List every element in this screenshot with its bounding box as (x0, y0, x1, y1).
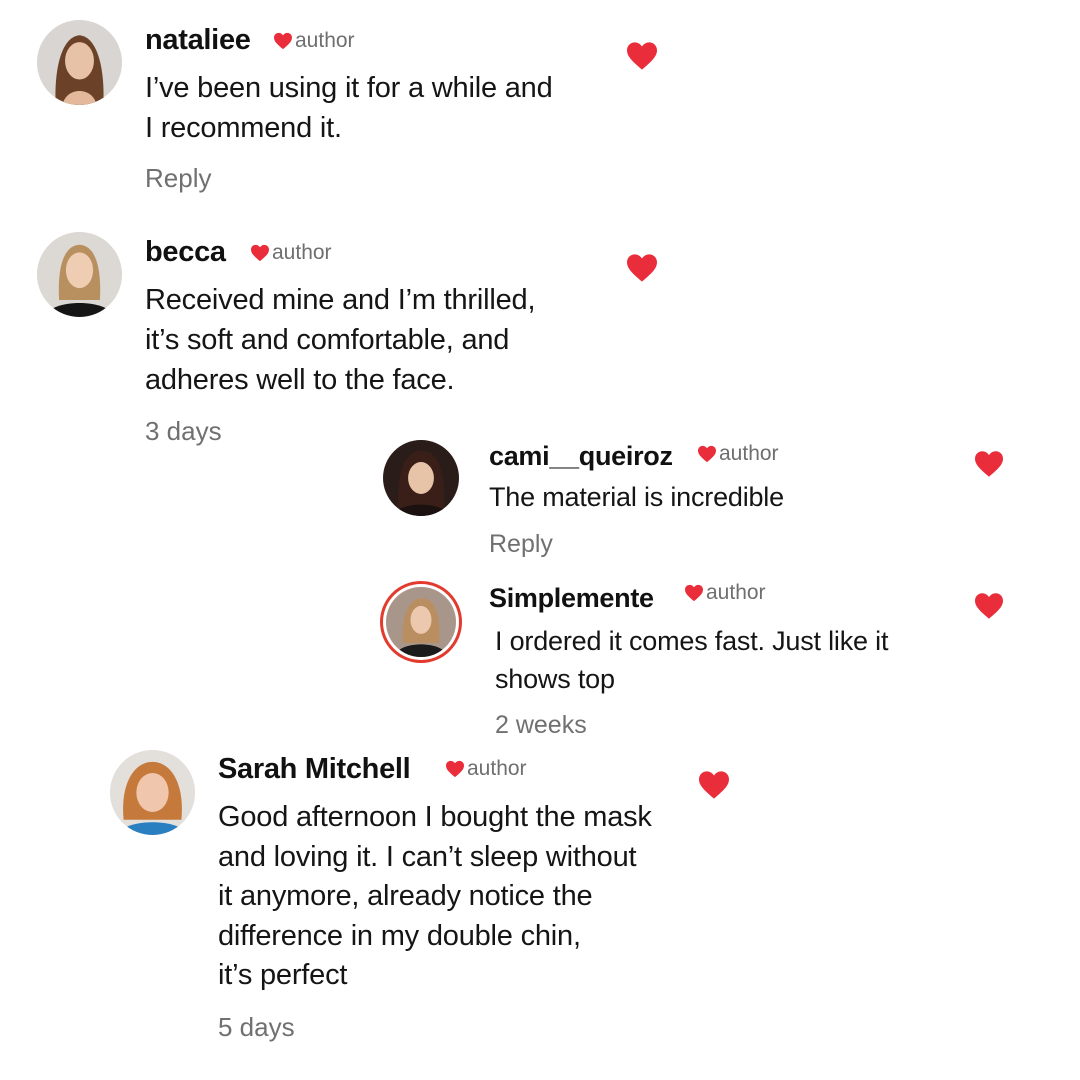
heart-icon[interactable] (625, 41, 659, 71)
reply-button[interactable]: Reply (145, 163, 211, 194)
heart-icon[interactable] (697, 770, 731, 800)
comment-text: Received mine and I’m thrilled, it’s sof… (145, 284, 536, 396)
heart-icon[interactable] (973, 450, 1005, 478)
timestamp: 2 weeks (495, 711, 587, 739)
author-label: author (706, 581, 766, 604)
comment-text: Good afternoon I bought the mask and lov… (218, 801, 652, 991)
avatar[interactable] (37, 20, 122, 105)
username[interactable]: cami__queiroz (489, 441, 673, 472)
author-label: author (295, 29, 355, 52)
comment-text: I’ve been using it for a while and I rec… (145, 72, 553, 144)
heart-icon (684, 584, 704, 602)
reply-button[interactable]: Reply (489, 530, 553, 559)
heart-icon (445, 760, 465, 778)
comment-text: The material is incredible (489, 482, 784, 512)
avatar[interactable] (37, 232, 122, 317)
avatar[interactable] (386, 587, 456, 657)
author-label: author (719, 442, 779, 465)
author-label: author (467, 757, 527, 780)
author-badge: author (250, 241, 332, 265)
timestamp: 3 days (145, 416, 222, 446)
heart-icon (697, 445, 717, 463)
avatar[interactable] (110, 750, 195, 835)
username[interactable]: nataliee (145, 24, 251, 57)
author-badge: author (273, 29, 355, 53)
author-badge: author (684, 581, 766, 605)
heart-icon[interactable] (973, 592, 1005, 620)
author-label: author (272, 241, 332, 264)
avatar[interactable] (383, 440, 459, 516)
username[interactable]: becca (145, 236, 226, 269)
author-badge: author (697, 442, 779, 466)
username[interactable]: Sarah Mitchell (218, 753, 411, 786)
heart-icon (273, 32, 293, 50)
timestamp: 5 days (218, 1012, 295, 1042)
author-badge: author (445, 757, 527, 781)
username[interactable]: Simplemente (489, 583, 654, 614)
heart-icon (250, 244, 270, 262)
comment-text: I ordered it comes fast. Just like it sh… (495, 626, 889, 694)
heart-icon[interactable] (625, 253, 659, 283)
